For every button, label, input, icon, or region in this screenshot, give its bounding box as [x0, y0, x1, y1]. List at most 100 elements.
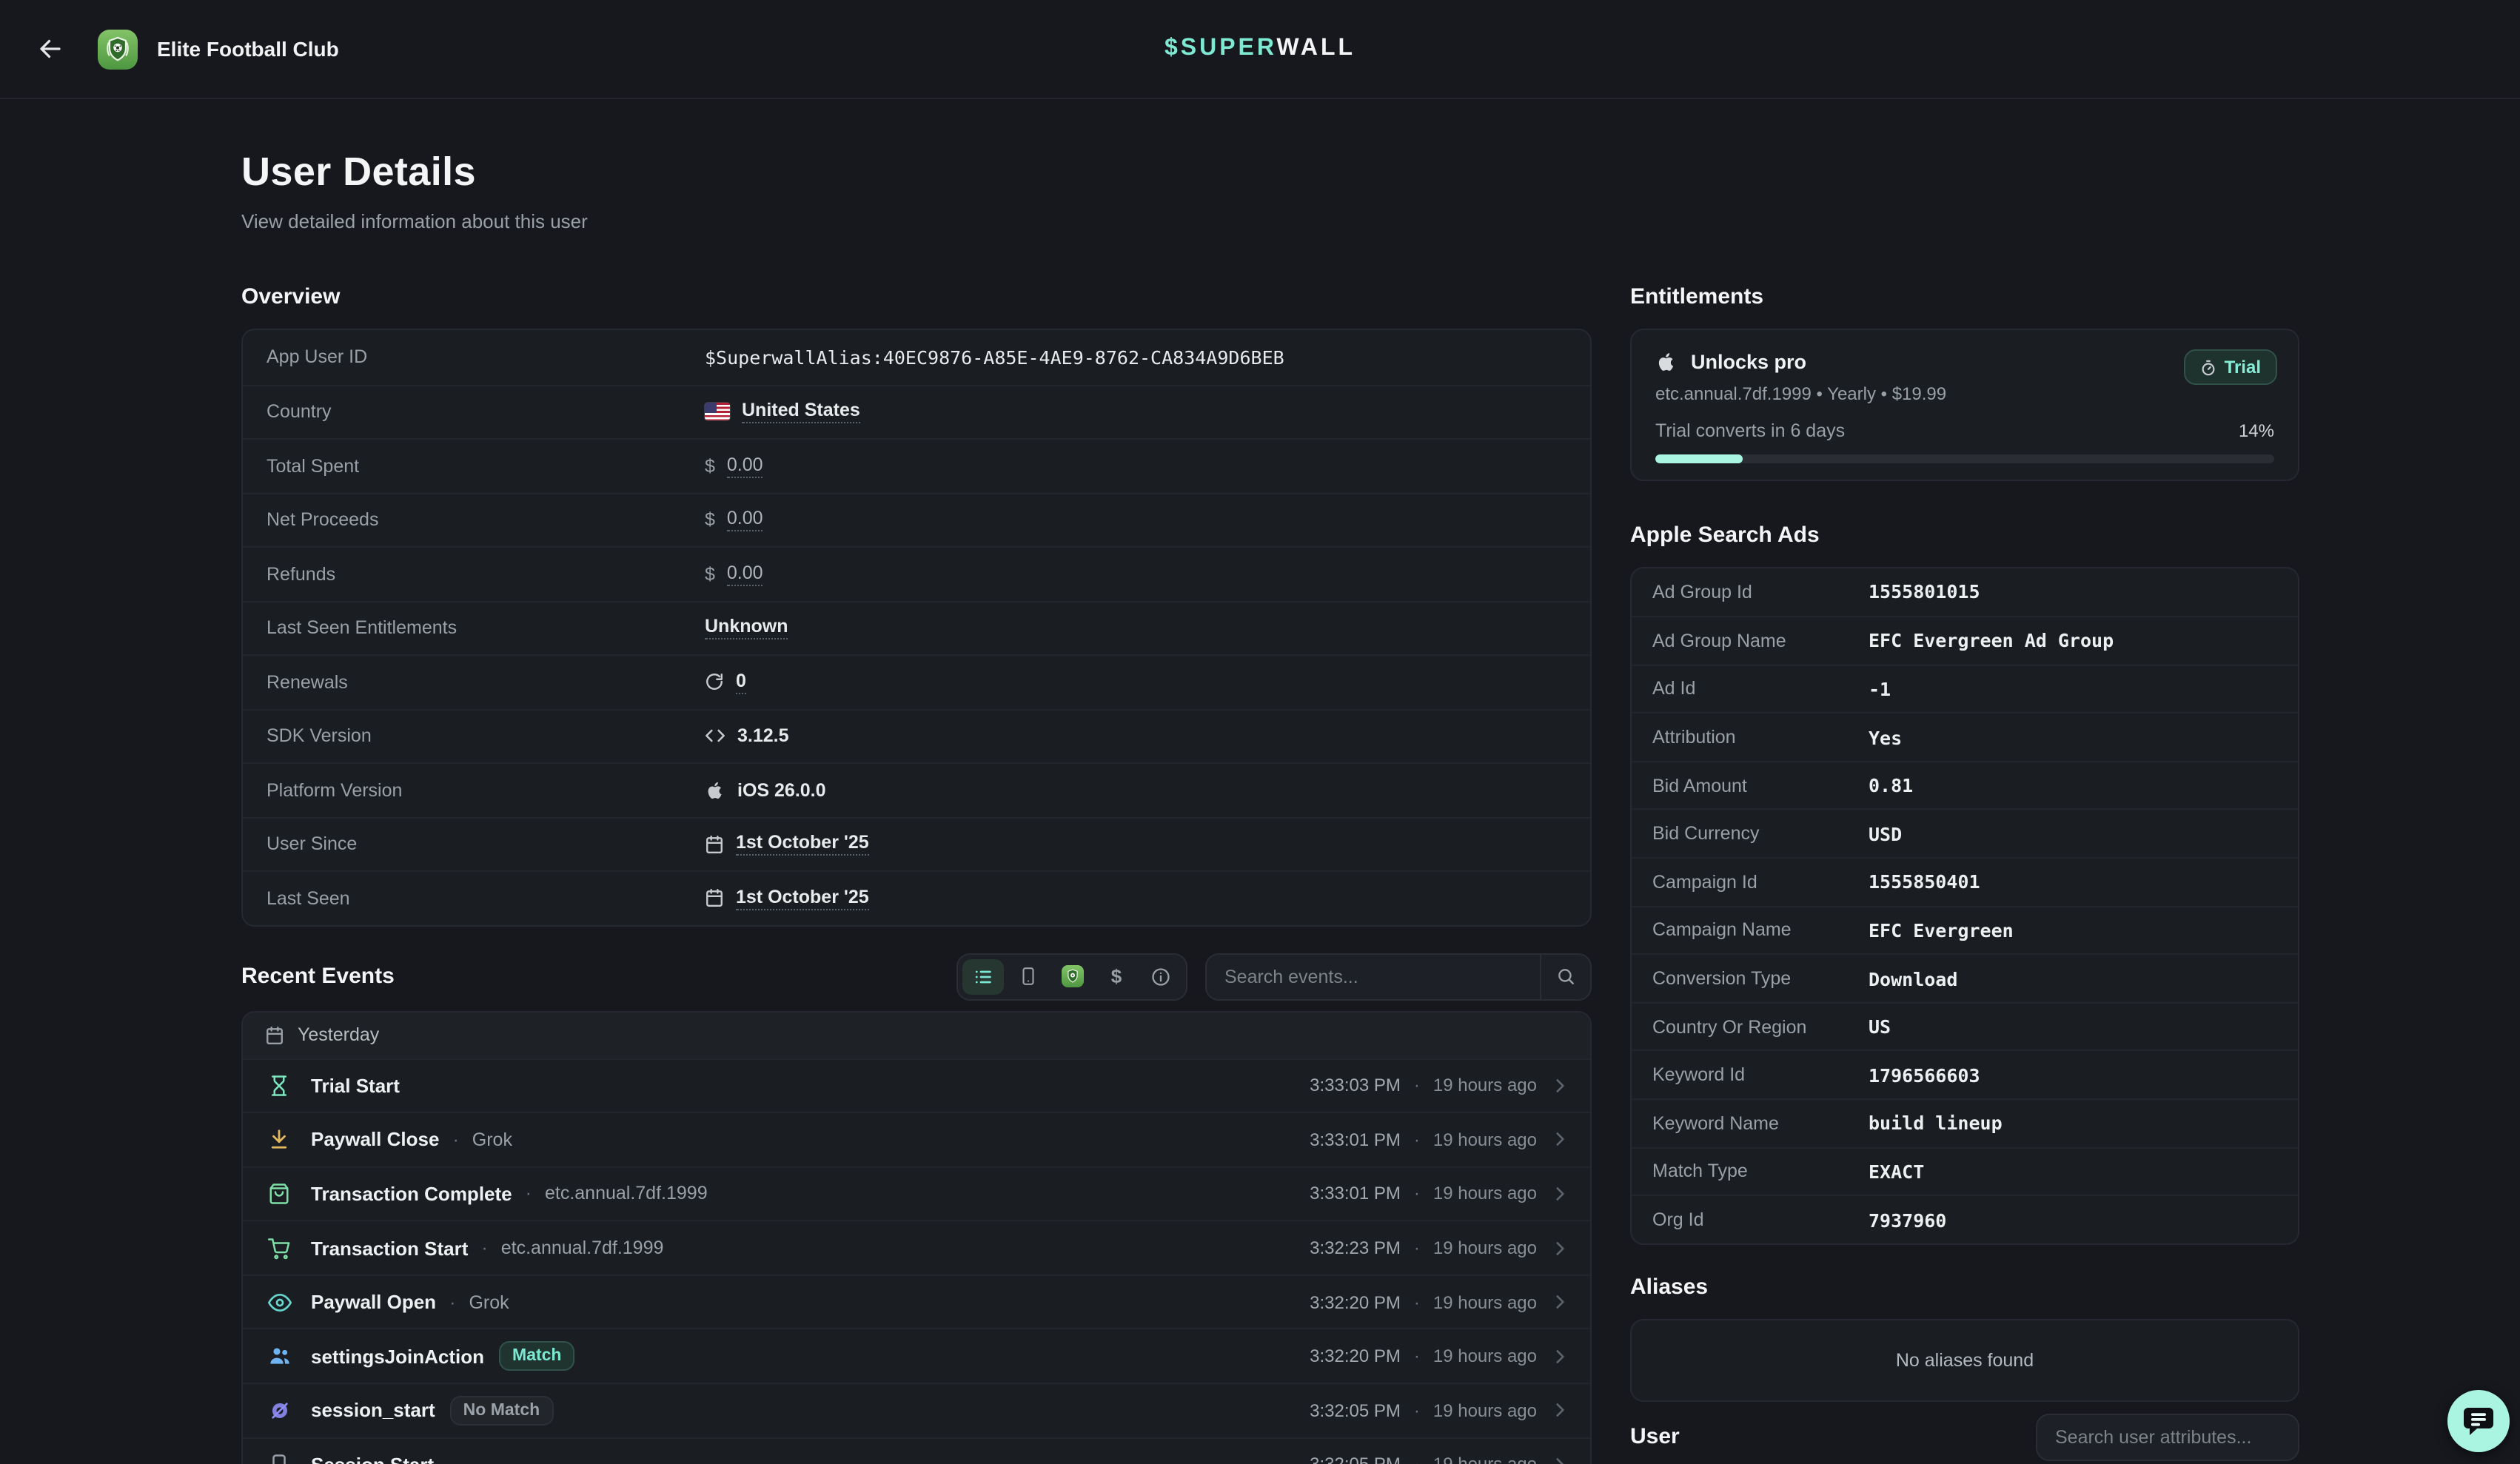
- calendar-icon: [705, 889, 724, 908]
- dollar-icon: $: [705, 456, 715, 477]
- event-row[interactable]: Paywall Close Grok 3:33:01 PM19 hours ag…: [243, 1112, 1590, 1166]
- table-row: Renewals 0: [243, 654, 1590, 708]
- page-subtitle: View detailed information about this use…: [241, 210, 2310, 232]
- users-icon: [267, 1345, 292, 1369]
- table-row: Net Proceeds $0.00: [243, 492, 1590, 546]
- search-icon[interactable]: [1540, 954, 1590, 998]
- user-since-value[interactable]: 1st October '25: [736, 833, 869, 856]
- events-group-header: Yesterday: [243, 1012, 1590, 1058]
- trial-percent: 14%: [2239, 420, 2274, 441]
- app-window: Elite Football Club $SUPERWALL User Deta…: [0, 0, 2520, 1464]
- dollar-icon: $: [705, 564, 715, 585]
- trial-progress-fill: [1655, 454, 1742, 463]
- aliases-empty-text: No aliases found: [1896, 1350, 2034, 1371]
- table-row: Org Id7937960: [1632, 1195, 2298, 1243]
- event-row[interactable]: Trial Start 3:33:03 PM19 hours ago: [243, 1058, 1590, 1112]
- table-row: Total Spent $0.00: [243, 438, 1590, 492]
- table-row: AttributionYes: [1632, 713, 2298, 761]
- table-row: Platform Version iOS 26.0.0: [243, 762, 1590, 816]
- app-user-id-value: $SuperwallAlias:40EC9876-A85E-4AE9-8762-…: [705, 346, 1284, 369]
- last-seen-entitlements-value[interactable]: Unknown: [705, 617, 788, 640]
- events-card: Yesterday Trial Start 3:33:03 PM19 hours…: [241, 1010, 1592, 1464]
- event-row[interactable]: session_start No Match 3:32:05 PM19 hour…: [243, 1383, 1590, 1437]
- table-row: Ad Group Id1555801015: [1632, 568, 2298, 616]
- filter-info-icon[interactable]: [1140, 958, 1182, 994]
- total-spent-value[interactable]: 0.00: [727, 454, 763, 478]
- table-row: Conversion TypeDownload: [1632, 954, 2298, 1002]
- filter-app-icon[interactable]: [1051, 958, 1093, 994]
- table-row: Campaign NameEFC Evergreen: [1632, 905, 2298, 953]
- table-row: Match TypeEXACT: [1632, 1146, 2298, 1195]
- trial-badge: Trial: [2185, 349, 2277, 385]
- table-row: Campaign Id1555850401: [1632, 857, 2298, 905]
- trial-progress-bar: [1655, 454, 2274, 463]
- shopping-bag-icon: [267, 1183, 292, 1205]
- events-search: [1205, 953, 1592, 1000]
- refunds-value[interactable]: 0.00: [727, 563, 763, 586]
- superwall-logo[interactable]: $SUPERWALL: [1165, 36, 1355, 62]
- user-heading: User: [1630, 1423, 2018, 1452]
- smartphone-icon: [267, 1454, 292, 1464]
- table-row: Country Or RegionUS: [1632, 1002, 2298, 1050]
- net-proceeds-value[interactable]: 0.00: [727, 508, 763, 532]
- table-row: Ad Group NameEFC Evergreen Ad Group: [1632, 616, 2298, 664]
- calendar-icon: [265, 1025, 284, 1044]
- app-name: Elite Football Club: [157, 37, 339, 61]
- top-bar: Elite Football Club $SUPERWALL: [0, 0, 2520, 99]
- user-attributes-search: [2036, 1414, 2299, 1461]
- session-slash-icon: [267, 1399, 292, 1423]
- chevron-right-icon: [1550, 1455, 1569, 1464]
- event-row[interactable]: Transaction Complete etc.annual.7df.1999…: [243, 1166, 1590, 1220]
- app-icon-football-club: [98, 29, 138, 69]
- back-arrow-icon[interactable]: [36, 34, 65, 64]
- event-row[interactable]: Session Start 3:32:05 PM19 hours ago: [243, 1437, 1590, 1464]
- code-icon: [705, 726, 725, 747]
- table-row: Ad Id-1: [1632, 664, 2298, 712]
- events-search-input[interactable]: [1207, 966, 1540, 987]
- chevron-right-icon: [1550, 1347, 1569, 1366]
- us-flag-icon: [705, 403, 730, 421]
- apple-search-ads-heading: Apple Search Ads: [1630, 520, 2299, 550]
- filter-dollar-icon[interactable]: $: [1096, 958, 1137, 994]
- user-attributes-search-input[interactable]: [2037, 1427, 2299, 1448]
- dollar-icon: $: [705, 510, 715, 531]
- table-row: Country United States: [243, 384, 1590, 438]
- eye-icon: [267, 1290, 292, 1314]
- chevron-right-icon: [1550, 1292, 1569, 1312]
- filter-device-icon[interactable]: [1007, 958, 1048, 994]
- platform-version-value: iOS 26.0.0: [737, 780, 826, 801]
- aliases-heading: Aliases: [1630, 1273, 2299, 1303]
- last-seen-value[interactable]: 1st October '25: [736, 887, 869, 910]
- shopping-cart-icon: [267, 1237, 292, 1259]
- page-content: User Details View detailed information a…: [0, 99, 2520, 1464]
- sdk-version-value: 3.12.5: [737, 726, 789, 747]
- table-row: Keyword Namebuild lineup: [1632, 1098, 2298, 1146]
- filter-list-icon[interactable]: [962, 958, 1004, 994]
- aliases-card: No aliases found: [1630, 1319, 2299, 1402]
- event-row[interactable]: Paywall Open Grok 3:32:20 PM19 hours ago: [243, 1275, 1590, 1329]
- table-row: User Since 1st October '25: [243, 816, 1590, 870]
- no-match-badge: No Match: [450, 1396, 554, 1426]
- apple-icon: [705, 780, 725, 801]
- apple-icon: [1655, 350, 1678, 372]
- event-row[interactable]: Transaction Start etc.annual.7df.1999 3:…: [243, 1220, 1590, 1275]
- chevron-right-icon: [1550, 1184, 1569, 1203]
- table-row: App User ID $SuperwallAlias:40EC9876-A85…: [243, 330, 1590, 384]
- table-row: Keyword Id1796566603: [1632, 1050, 2298, 1098]
- support-chat-button[interactable]: [2447, 1390, 2510, 1452]
- recent-events-heading: Recent Events: [241, 961, 956, 991]
- hourglass-icon: [267, 1075, 292, 1097]
- chevron-right-icon: [1550, 1238, 1569, 1258]
- refresh-icon: [705, 673, 724, 692]
- chevron-right-icon: [1550, 1401, 1569, 1420]
- entitlements-heading: Entitlements: [1630, 283, 2299, 312]
- country-value[interactable]: United States: [742, 400, 860, 424]
- events-filter-segmented-control: $: [956, 953, 1187, 1000]
- table-row: Bid Amount0.81: [1632, 761, 2298, 809]
- trial-converts-text: Trial converts in 6 days: [1655, 420, 1845, 441]
- event-row[interactable]: settingsJoinAction Match 3:32:20 PM19 ho…: [243, 1329, 1590, 1383]
- chevron-right-icon: [1550, 1076, 1569, 1095]
- renewals-value[interactable]: 0: [736, 671, 746, 694]
- table-row: SDK Version 3.12.5: [243, 708, 1590, 762]
- chevron-right-icon: [1550, 1130, 1569, 1149]
